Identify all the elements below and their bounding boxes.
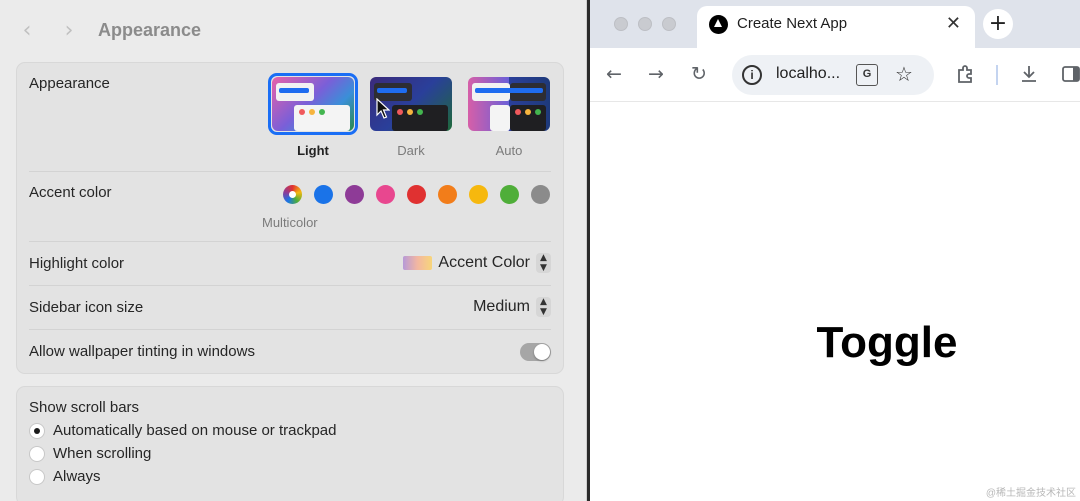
appearance-label: Appearance [29,75,110,92]
show-scroll-bars-label: Show scroll bars [29,399,140,416]
green-swatch[interactable] [500,185,519,204]
browser-toolbar: ← → ↻ i localho... G ☆ [590,48,1080,102]
thumb-dot [535,109,541,115]
selected-indicator [289,191,296,198]
zoom-window-button[interactable] [662,17,676,31]
thumb-dot [397,109,403,115]
highlight-color-value: Accent Color [438,254,530,271]
thumb-bar [377,88,407,93]
forward-arrow-icon[interactable]: › [58,19,80,43]
appearance-group: Appearance Light Dark Auto Accent color … [16,62,564,374]
download-icon[interactable] [1019,64,1039,84]
nextjs-favicon-icon [709,15,728,34]
side-panel-icon[interactable] [1062,65,1080,83]
thumb-bar [279,88,309,93]
radio-button [29,422,45,439]
auto-caption: Auto [495,143,523,158]
toggle-knob [534,344,550,360]
close-tab-icon[interactable]: ✕ [946,13,961,34]
wallpaper-tinting-label: Allow wallpaper tinting in windows [29,343,255,360]
dark-caption: Dark [397,143,425,158]
thumb-dot [525,109,531,115]
close-window-button[interactable] [614,17,628,31]
wallpaper-tinting-toggle[interactable] [520,343,551,361]
highlight-color-label: Highlight color [29,255,125,272]
forward-icon[interactable]: → [648,62,664,86]
thumb-dot [299,109,305,115]
new-tab-button[interactable]: + [983,9,1013,39]
stepper-chevrons-icon: ▲ ▼ [536,297,551,317]
orange-swatch[interactable] [438,185,457,204]
settings-toolbar: ‹ › Appearance [0,0,587,62]
minimize-window-button[interactable] [638,17,652,31]
watermark: @稀土掘金技术社区 [985,488,1076,499]
radio-label: When scrolling [53,445,152,462]
accent-swatches [283,185,553,205]
screen: ‹ › Appearance Appearance Light Dark Aut… [0,0,1080,501]
accent-color-row: Accent color Multicolor [29,171,551,241]
scroll-bars-group: Show scroll bars Automatically based on … [16,386,564,501]
accent-color-label: Accent color [29,184,112,201]
light-caption: Light [297,143,329,158]
radio-button [29,445,45,462]
bookmark-star-icon[interactable]: ☆ [895,62,913,86]
thumb-dot [407,109,413,115]
radio-button [29,468,45,485]
settings-title: Appearance [98,20,202,40]
highlight-swatch [403,256,433,270]
page-heading: Toggle [816,318,958,367]
tab-create-next-app[interactable]: Create Next App ✕ [697,6,975,48]
pink-swatch[interactable] [376,185,395,204]
address-bar[interactable]: i localho... G ☆ [732,55,934,95]
radio-when-scrolling[interactable]: When scrolling [29,445,151,462]
sidebar-icon-size-row: Sidebar icon size Medium ▲ ▼ [29,285,551,329]
translate-icon[interactable]: G [856,64,878,86]
thumb-dot [309,109,315,115]
tab-strip: Create Next App ✕ + [590,0,1080,48]
purple-swatch[interactable] [345,185,364,204]
graphite-swatch[interactable] [531,185,550,204]
radio-always[interactable]: Always [29,468,101,485]
appearance-row: Appearance Light Dark Auto [29,63,551,171]
reload-icon[interactable]: ↻ [691,62,707,86]
extensions-puzzle-icon[interactable] [956,64,976,84]
multicolor-swatch[interactable] [283,185,302,204]
system-settings-window: ‹ › Appearance Appearance Light Dark Aut… [0,0,587,501]
sidebar-icon-size-value: Medium [473,298,530,315]
accent-selected-label: Multicolor [262,215,318,230]
highlight-color-row: Highlight color Accent Color ▲ ▼ [29,241,551,285]
auto-appearance-thumbnail[interactable] [468,77,550,131]
thumb-bar [475,88,543,93]
thumb-window [490,105,510,131]
thumb-dot [515,109,521,115]
radio-label: Automatically based on mouse or trackpad [53,422,337,439]
blue-swatch[interactable] [314,185,333,204]
back-arrow-icon[interactable]: ‹ [16,19,38,43]
red-swatch[interactable] [407,185,426,204]
sidebar-icon-size-label: Sidebar icon size [29,299,144,316]
sidebar-icon-size-popup[interactable]: Medium ▲ ▼ [473,297,551,317]
back-icon[interactable]: ← [606,62,622,86]
stepper-chevrons-icon: ▲ ▼ [536,253,551,273]
url-text: localho... [776,65,841,82]
mouse-pointer-icon [376,98,390,119]
toolbar-separator [996,65,998,85]
site-info-icon[interactable]: i [742,65,762,85]
yellow-swatch[interactable] [469,185,488,204]
radio-label: Always [53,468,101,485]
highlight-color-popup[interactable]: Accent Color ▲ ▼ [403,253,551,273]
tab-title: Create Next App [737,15,848,32]
browser-window: Create Next App ✕ + ← → ↻ i localho... G… [590,0,1080,501]
thumb-dot [417,109,423,115]
thumb-dot [319,109,325,115]
radio-automatic[interactable]: Automatically based on mouse or trackpad [29,422,336,439]
wallpaper-tinting-row: Allow wallpaper tinting in windows [29,329,551,373]
light-appearance-thumbnail[interactable] [272,77,354,131]
